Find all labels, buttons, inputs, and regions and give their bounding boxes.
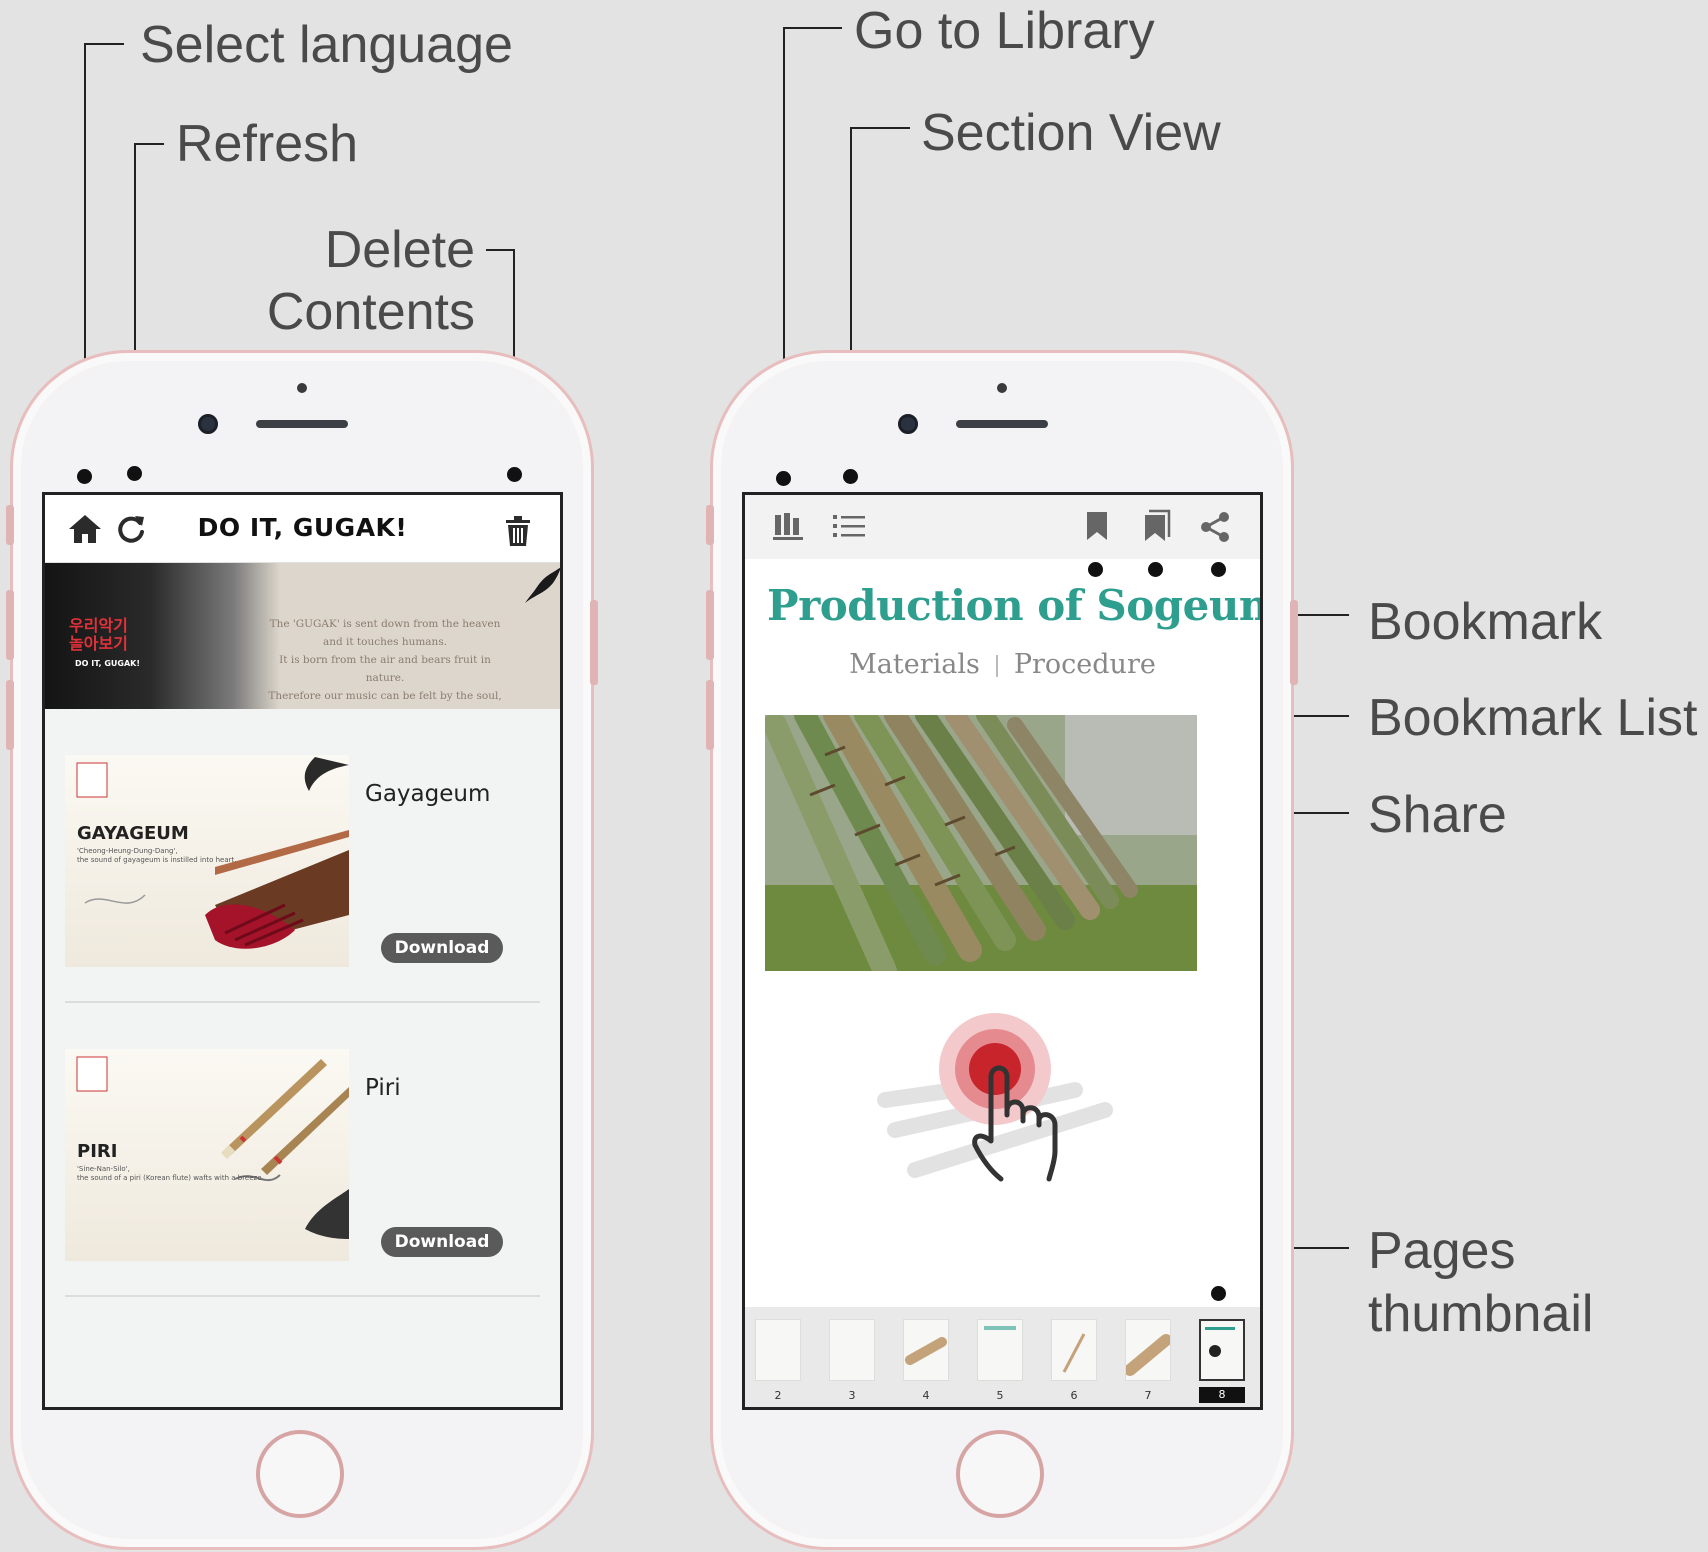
piri-cover-title: PIRI	[77, 1141, 118, 1162]
poem-line: and it touches humans.	[322, 636, 448, 648]
callout-section-view: Section View	[921, 104, 1221, 162]
right-phone-home-button[interactable]	[956, 1430, 1044, 1518]
gayageum-cover-sub2: the sound of gayageum is instilled into …	[77, 856, 237, 864]
list-divider	[65, 1295, 540, 1297]
gayageum-cover[interactable]: GAYAGEUM 'Cheong-Heung-Dung-Dang', the s…	[65, 755, 349, 967]
bamboo-photo	[765, 715, 1197, 971]
left-phone-home-button[interactable]	[256, 1430, 344, 1518]
bookmark-list-icon[interactable]	[1143, 509, 1171, 548]
thumbnail-number: 5	[996, 1389, 1004, 1402]
bookmark-icon[interactable]	[1085, 510, 1109, 547]
gayageum-download-button[interactable]: Download	[381, 933, 503, 963]
callout-select-language: Select language	[140, 16, 513, 74]
thumbnail-page[interactable]	[977, 1319, 1023, 1381]
piri-cover-sub1: 'Sine-Nan-Silo',	[77, 1165, 130, 1173]
right-phone-camera	[898, 414, 918, 434]
list-divider	[65, 1001, 540, 1003]
callout-bookmark: Bookmark	[1368, 593, 1603, 651]
callout-dot-thumbnails	[1211, 1286, 1226, 1301]
library-screen: DO IT, GUGAK! 우리악기 놀아보기 DO IT, GUGAK! Th…	[42, 492, 563, 1410]
gayageum-cover-sub1: 'Cheong-Heung-Dung-Dang',	[77, 847, 178, 855]
thumbnail-page[interactable]	[1124, 1319, 1172, 1381]
poem-line: The 'GUGAK' is sent down from the heaven	[269, 618, 501, 630]
thumbnail-number-selected: 8	[1199, 1387, 1245, 1403]
thumbnail-number: 4	[922, 1389, 930, 1402]
callout-dot-delete	[507, 467, 522, 482]
right-phone-power-button	[1290, 600, 1298, 685]
thumbnail-page[interactable]	[829, 1319, 875, 1381]
callout-delete-line1: Delete	[324, 221, 475, 279]
right-phone-mute-switch	[706, 505, 714, 545]
tab-procedure[interactable]: Procedure	[1014, 649, 1156, 680]
content-list: GAYAGEUM 'Cheong-Heung-Dung-Dang', the s…	[45, 709, 560, 1407]
library-banner: 우리악기 놀아보기 DO IT, GUGAK! The 'GUGAK' is s…	[45, 563, 560, 720]
gayageum-title[interactable]: Gayageum	[365, 781, 490, 807]
list-icon[interactable]	[833, 513, 865, 544]
brush-stroke-decoration	[523, 565, 560, 610]
library-icon[interactable]	[773, 511, 803, 546]
callout-dot-bookmark	[1211, 562, 1226, 577]
callout-refresh: Refresh	[176, 115, 359, 173]
left-phone-camera	[198, 414, 218, 434]
callout-dot-library	[776, 471, 791, 486]
reader-screen: Production of Sogeum Materials Procedure	[742, 492, 1263, 1410]
touch-gesture-icon	[935, 1011, 1075, 1196]
thumbnail-number: 3	[848, 1389, 856, 1402]
callout-go-to-library: Go to Library	[854, 2, 1155, 60]
left-phone-mute-switch	[6, 505, 14, 545]
callout-bookmark-list: Bookmark List	[1368, 689, 1698, 747]
poem-line: Therefore our music can be felt by the s…	[268, 690, 502, 702]
right-phone-volume-up	[706, 590, 714, 660]
left-phone-speaker	[256, 420, 348, 428]
banner-logo: 우리악기 놀아보기	[69, 616, 128, 653]
callout-dot-refresh	[127, 466, 142, 481]
callout-dot-section	[843, 469, 858, 484]
trash-icon[interactable]	[504, 515, 532, 552]
piri-cover[interactable]: PIRI 'Sine-Nan-Silo', the sound of a pir…	[65, 1049, 349, 1261]
tab-materials[interactable]: Materials	[849, 649, 980, 680]
callout-pages-line2: thumbnail	[1368, 1285, 1594, 1343]
poem-line: It is born from the air and bears fruit …	[279, 654, 491, 684]
thumbnail-page[interactable]	[1051, 1319, 1097, 1381]
banner-logo-sub: DO IT, GUGAK!	[75, 659, 141, 668]
thumbnail-page[interactable]	[755, 1319, 801, 1381]
right-phone-speaker	[956, 420, 1048, 428]
tab-separator	[995, 654, 998, 677]
callout-dot-share	[1088, 562, 1103, 577]
callout-pages-line1: Pages	[1368, 1222, 1516, 1280]
callout-delete-line2: Contents	[266, 283, 475, 341]
left-phone-volume-up	[6, 590, 14, 660]
reader-toolbar	[745, 495, 1260, 559]
piri-title[interactable]: Piri	[365, 1075, 401, 1101]
left-phone-power-button	[590, 600, 598, 685]
thumbnail-page[interactable]	[903, 1319, 949, 1381]
section-tabs: Materials Procedure	[745, 649, 1260, 680]
share-icon[interactable]	[1199, 511, 1231, 548]
thumbnail-page-selected[interactable]	[1199, 1319, 1245, 1381]
left-phone-volume-down	[6, 680, 14, 750]
callout-dot-bookmark-list	[1148, 562, 1163, 577]
callout-dot-home	[77, 469, 92, 484]
page-thumbnails: 2 3 4 5 6 7 8	[745, 1307, 1260, 1407]
right-phone-sensor	[997, 383, 1007, 393]
banner-poem: The 'GUGAK' is sent down from the heaven…	[265, 615, 505, 723]
gayageum-cover-title: GAYAGEUM	[77, 823, 189, 844]
piri-cover-sub2: the sound of a piri (Korean flute) wafts…	[77, 1174, 264, 1182]
thumbnail-number: 6	[1070, 1389, 1078, 1402]
left-phone-sensor	[297, 383, 307, 393]
right-phone-volume-down	[706, 680, 714, 750]
callout-share: Share	[1368, 786, 1507, 844]
library-app-bar: DO IT, GUGAK!	[45, 495, 560, 563]
page-title: Production of Sogeum	[767, 581, 1263, 630]
thumbnail-number: 7	[1144, 1389, 1152, 1402]
app-title: DO IT, GUGAK!	[197, 513, 408, 542]
thumbnail-number: 2	[774, 1389, 782, 1402]
piri-download-button[interactable]: Download	[381, 1227, 503, 1257]
